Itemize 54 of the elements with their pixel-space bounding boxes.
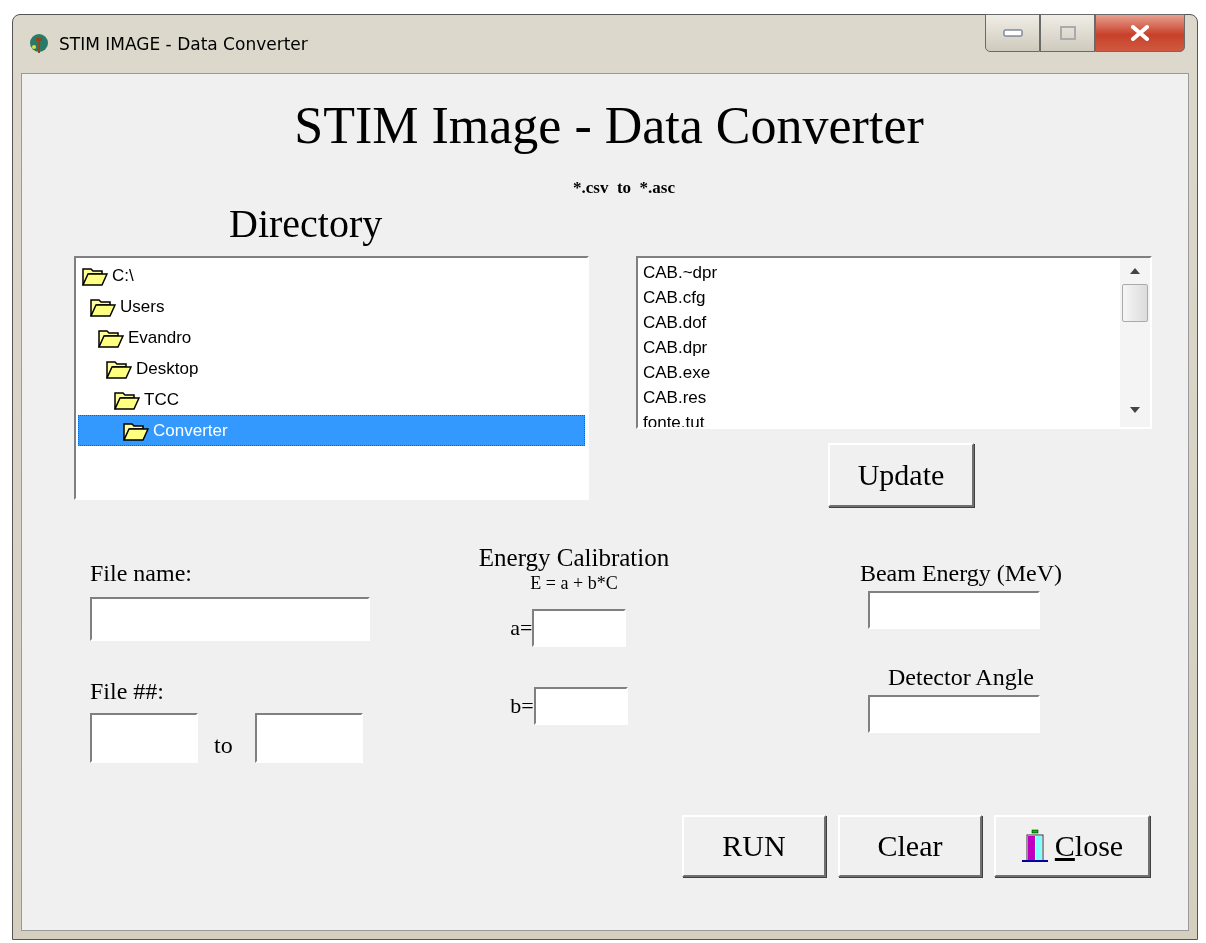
scrollbar[interactable] [1120,258,1150,427]
open-folder-icon [106,358,132,379]
open-folder-icon [114,389,140,410]
file-item[interactable]: CAB.dpr [643,335,1120,360]
app-icon [27,32,51,56]
coefficient-field[interactable] [533,687,628,725]
open-folder-icon [123,420,149,441]
open-folder-icon [90,296,116,317]
coefficient-field[interactable] [532,609,627,647]
update-button[interactable]: Update [828,443,974,507]
field-label: b= [510,693,534,719]
file-end-field[interactable] [254,713,363,763]
directory-tree[interactable]: C:\ Users Evandro Desktop TCC Converter [74,256,589,500]
file-item[interactable]: CAB.~dpr [643,260,1120,285]
maximize-icon [1059,26,1076,40]
field-label: File ##: [90,677,164,705]
action-button[interactable]: Close [994,815,1150,877]
field-label: Beam Energy (MeV) [858,559,1064,587]
scroll-thumb[interactable] [1122,284,1148,322]
file-name-field[interactable] [90,597,370,641]
directory-label: Directory [229,200,384,248]
tree-item[interactable]: Evandro [78,322,585,353]
file-start-field[interactable] [90,713,198,763]
section-label: Energy Calibration [478,543,670,573]
scroll-up-icon[interactable] [1130,268,1140,274]
close-button[interactable] [1095,14,1185,52]
field-label: a= [510,615,533,641]
field-label: Detector Angle [887,663,1035,691]
file-item[interactable]: CAB.dof [643,310,1120,335]
field-label: File name: [90,559,192,587]
tree-item[interactable]: TCC [78,384,585,415]
form-heading: STIM Image - Data Converter [293,96,925,156]
tree-item[interactable]: Users [78,291,585,322]
door-icon [1020,829,1049,863]
minimize-icon [1002,29,1023,37]
tree-item[interactable]: Desktop [78,353,585,384]
open-folder-icon [98,327,124,348]
maximize-button[interactable] [1040,14,1095,52]
file-item[interactable]: CAB.cfg [643,285,1120,310]
file-item[interactable]: CAB.exe [643,360,1120,385]
formula-text: E = a + b*C [530,573,618,593]
window-title: STIM IMAGE - Data Converter [59,34,308,54]
action-button[interactable]: Clear [838,815,982,877]
subtitle: *.csv to *.asc [572,178,676,198]
tree-item[interactable]: C:\ [78,260,585,291]
close-icon [1130,25,1150,41]
range-label: to [214,732,233,759]
minimize-button[interactable] [985,14,1040,52]
beam-energy-field[interactable] [868,591,1040,629]
detector-angle-field[interactable] [868,695,1040,733]
action-button[interactable]: RUN [682,815,826,877]
scroll-down-icon[interactable] [1130,407,1140,413]
file-item[interactable]: CAB.res [643,385,1120,410]
open-folder-icon [82,265,108,286]
